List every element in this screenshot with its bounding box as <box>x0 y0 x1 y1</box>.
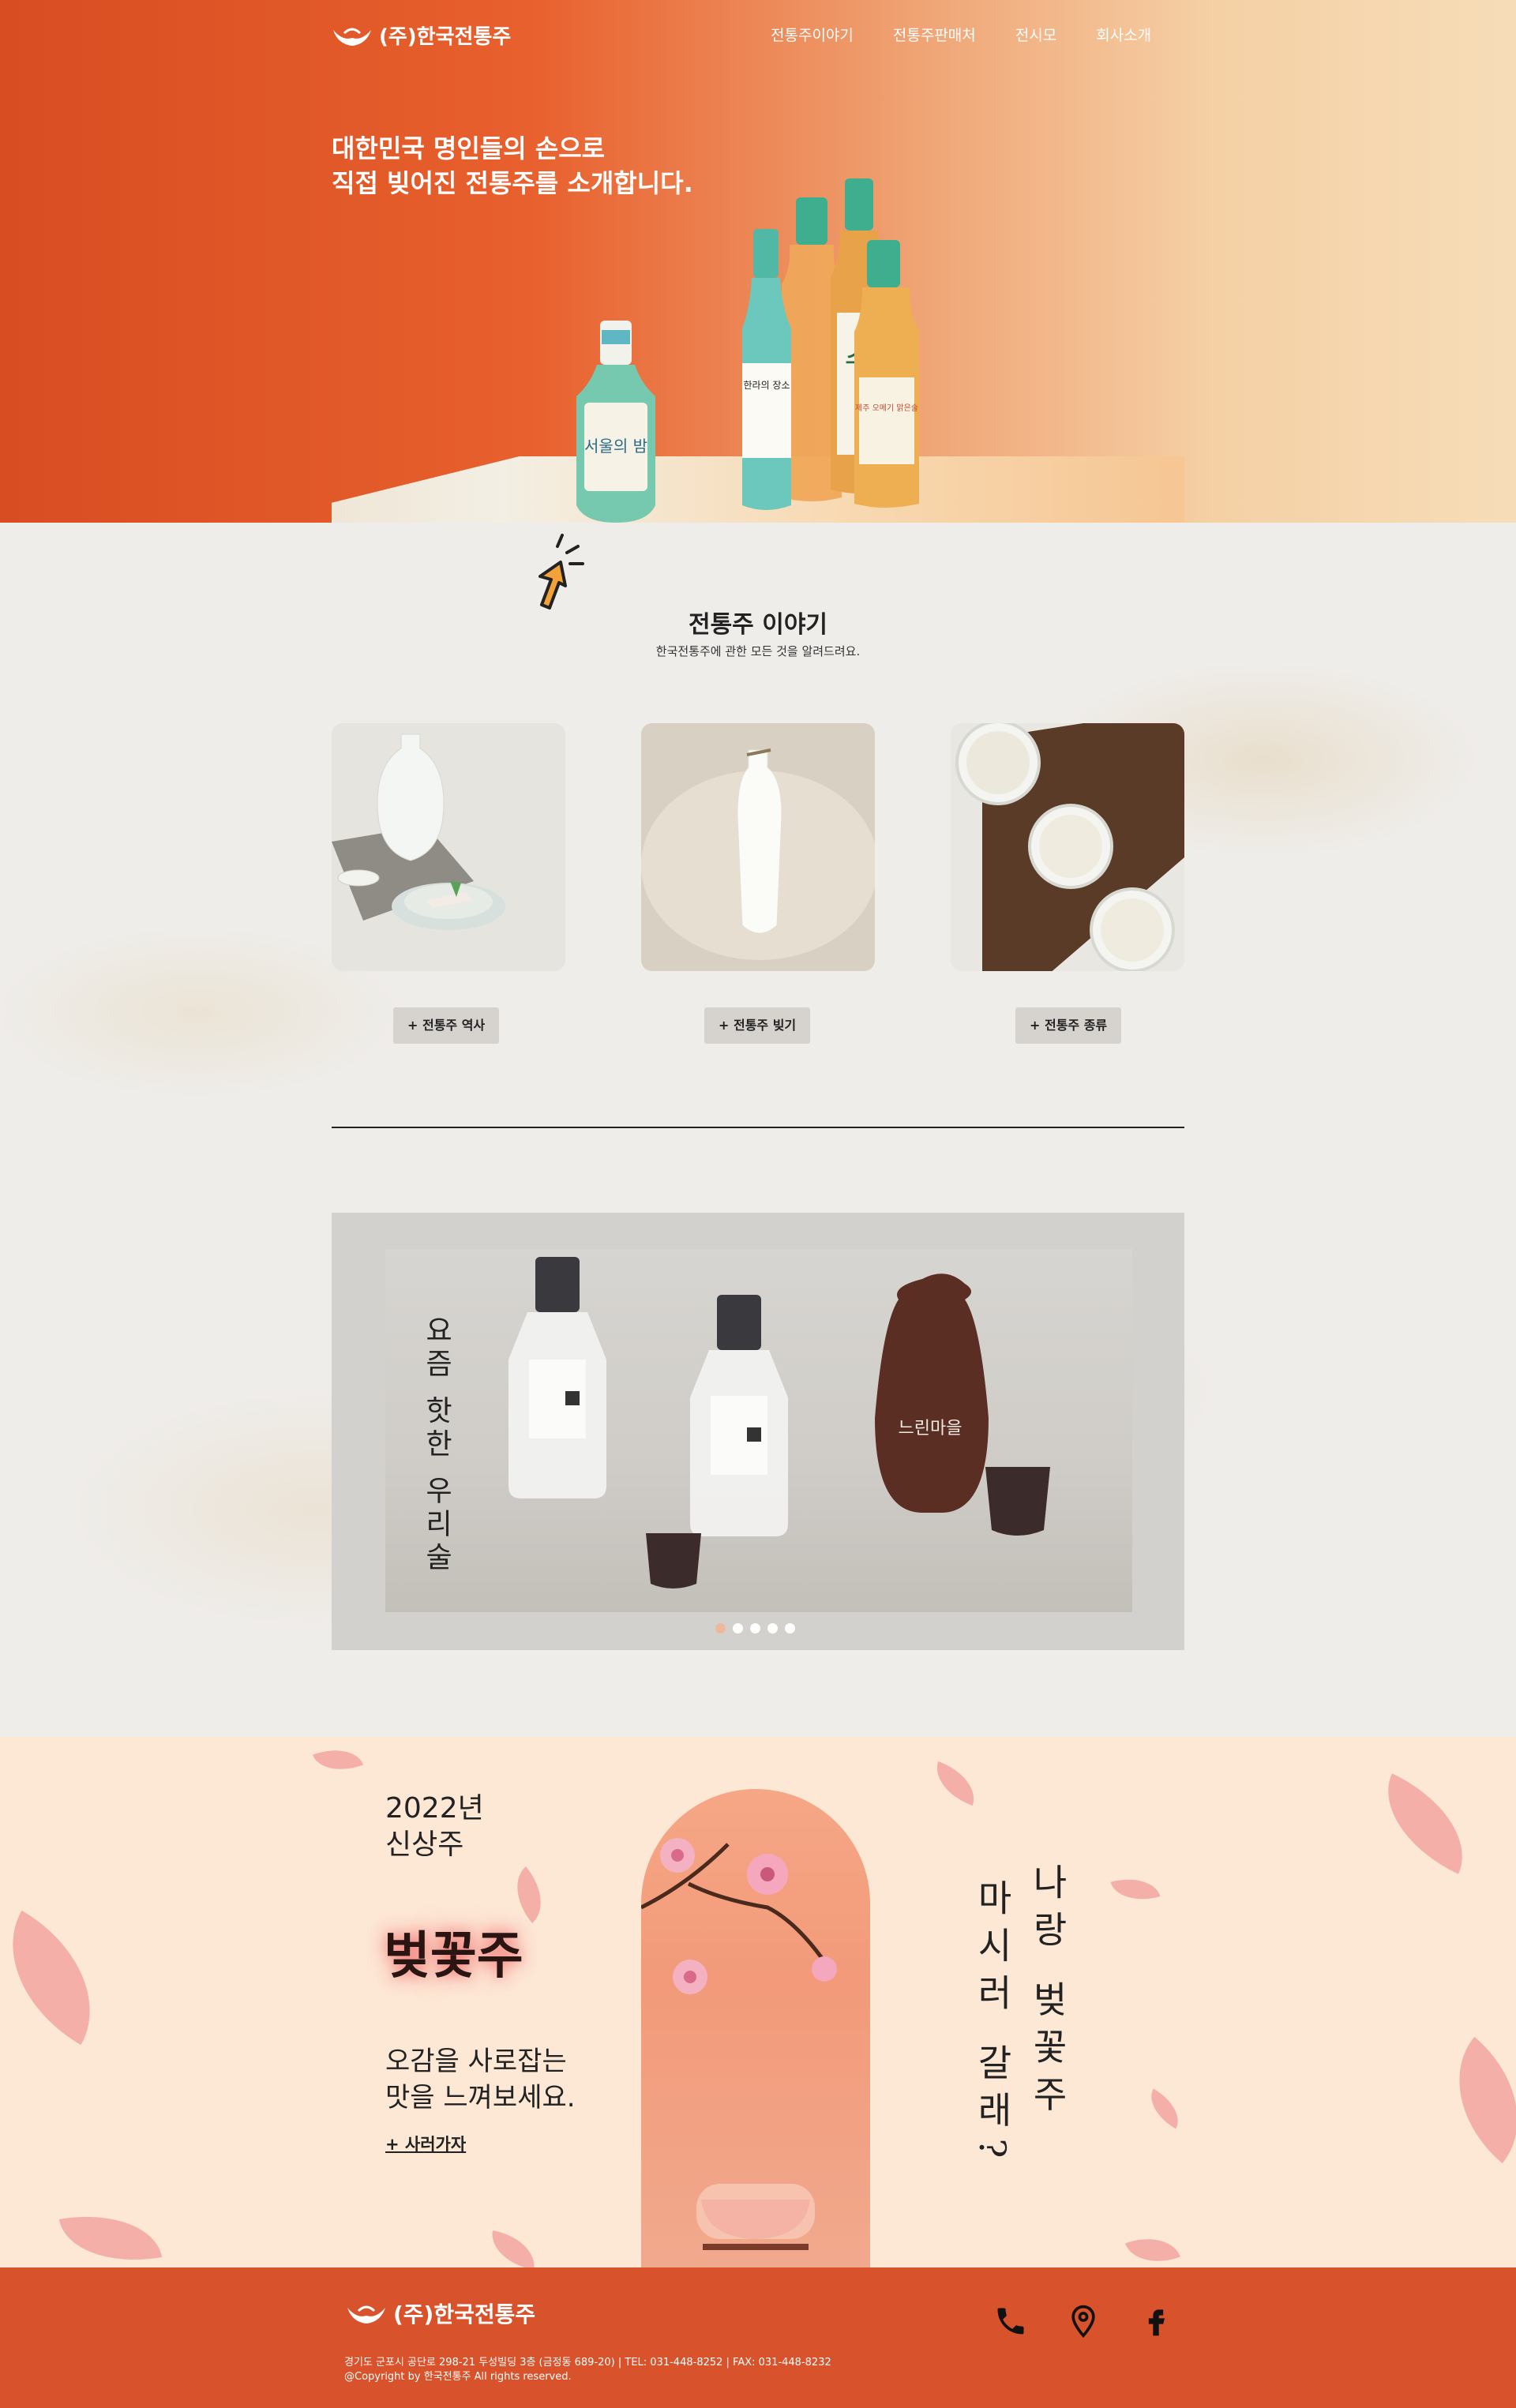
nav-item-shops[interactable]: 전통주판매처 <box>893 24 976 45</box>
bottles-illustration: 수 제주 오메기 맑은술 한라의 장소 서울의 밤 <box>576 178 919 523</box>
promo-tagline-line1: 오감을 사로잡는 <box>385 2046 567 2077</box>
brand-logo[interactable]: (주)한국전통주 <box>332 21 511 50</box>
footer-info: 경기도 군포시 공단로 298-21 두성빌딩 3층 (금정동 689-20) … <box>344 2356 831 2384</box>
story-section: 전통주 이야기 한국전통주에 관한 모든 것을 알려드려요. + 전통주 역사 … <box>0 523 1516 1737</box>
section-divider <box>332 1127 1184 1128</box>
jar-label: 느린마을 <box>899 1419 963 1438</box>
slider-dot-5[interactable] <box>785 1623 795 1633</box>
story-subtitle: 한국전통주에 관한 모든 것을 알려드려요. <box>655 644 861 658</box>
phone-icon[interactable] <box>993 2304 1028 2339</box>
facebook-icon[interactable] <box>1139 2304 1173 2339</box>
logo-text: (주)한국전통주 <box>379 25 512 49</box>
footer-logo[interactable]: (주)한국전통주 <box>346 2297 535 2329</box>
bottle-label-2: 한라의 장소 <box>743 380 790 391</box>
footer-copyright: @Copyright by 한국전통주 All rights reserved. <box>344 2371 572 2383</box>
promo-tagline: 오감을 사로잡는 맛을 느껴보세요. <box>385 2043 576 2116</box>
brewing-button[interactable]: + 전통주 빚기 <box>704 1007 811 1044</box>
promo-year-line2: 신상주 <box>385 1829 464 1861</box>
new-product-promo: 2022년 신상주 벚꽃주 오감을 사로잡는 맛을 느껴보세요. + 사러가자 … <box>0 1737 1516 2267</box>
petal-decoration <box>312 1739 364 1780</box>
story-title: 전통주 이야기 <box>688 611 828 639</box>
card-types-image[interactable] <box>951 723 1184 971</box>
featured-slider[interactable]: 느린마을 요즘 핫한 우리술 <box>332 1213 1184 1650</box>
promo-vertical-right: 나랑 벚꽃주 <box>1026 1863 1069 2123</box>
product-arch-image <box>641 1789 870 2267</box>
footer-address: 경기도 군포시 공단로 298-21 두성빌딩 3층 (금정동 689-20) … <box>344 2357 831 2369</box>
hero-section: (주)한국전통주 전통주이야기 전통주판매처 전시모 회사소개 대한민국 명인들… <box>0 0 1516 523</box>
history-photo <box>332 733 505 930</box>
buy-link[interactable]: + 사러가자 <box>385 2132 466 2155</box>
location-icon[interactable] <box>1066 2304 1101 2339</box>
petal-decoration <box>1124 2226 1181 2267</box>
history-button[interactable]: + 전통주 역사 <box>393 1007 500 1044</box>
slider-dot-3[interactable] <box>750 1623 760 1633</box>
promo-tagline-line2: 맛을 느껴보세요. <box>385 2082 576 2114</box>
brewing-photo <box>641 723 875 971</box>
petal-decoration <box>1424 2036 1516 2164</box>
slider-dot-4[interactable] <box>767 1623 778 1633</box>
footer-logo-text: (주)한국전통주 <box>393 2301 536 2327</box>
promo-vertical-left: 마시러 갈래? <box>971 1879 1014 2170</box>
petal-decoration <box>486 2230 540 2267</box>
hero-headline-line1: 대한민국 명인들의 손으로 <box>332 133 606 163</box>
types-button[interactable]: + 전통주 종류 <box>1015 1007 1122 1044</box>
slide-image: 느린마을 <box>385 1249 1132 1612</box>
slide-photo: 느린마을 <box>508 1257 1050 1588</box>
card-brewing-image[interactable] <box>641 723 875 971</box>
footer-icons <box>993 2304 1173 2339</box>
bottle-label-1: 서울의 밤 <box>584 437 647 456</box>
nav-item-story[interactable]: 전통주이야기 <box>771 24 854 45</box>
petal-decoration <box>1141 2088 1188 2129</box>
petal-decoration <box>1365 1773 1485 1874</box>
slider-dot-1[interactable] <box>715 1623 726 1633</box>
slide-title: 요즘 핫한 우리술 <box>420 1315 452 1575</box>
promo-product-name: 벚꽃주 <box>384 1926 523 1986</box>
promo-year: 2022년 신상주 <box>385 1791 484 1863</box>
petal-decoration <box>928 1761 983 1806</box>
petal-decoration <box>0 1910 125 2046</box>
slider-dot-2[interactable] <box>733 1623 743 1633</box>
logo-mark-icon <box>347 2305 385 2324</box>
nav-item-about[interactable]: 회사소개 <box>1096 24 1151 45</box>
slider-dots <box>715 1623 795 1633</box>
cherry-blossom-drink-photo <box>641 1838 837 2250</box>
bottle-label-4: 제주 오메기 맑은술 <box>855 403 918 413</box>
main-nav: 전통주이야기 전통주판매처 전시모 회사소개 <box>771 24 1151 45</box>
types-photo <box>951 723 1184 971</box>
promo-year-line1: 2022년 <box>385 1792 484 1825</box>
nav-item-exhibition[interactable]: 전시모 <box>1015 24 1056 45</box>
site-footer: (주)한국전통주 경기도 군포시 공단로 298-21 두성빌딩 3층 (금정동… <box>0 2267 1516 2408</box>
petal-decoration <box>1110 1870 1161 1908</box>
card-history-image[interactable] <box>332 723 565 971</box>
logo-mark-icon <box>333 28 371 46</box>
petal-decoration <box>58 2203 163 2267</box>
